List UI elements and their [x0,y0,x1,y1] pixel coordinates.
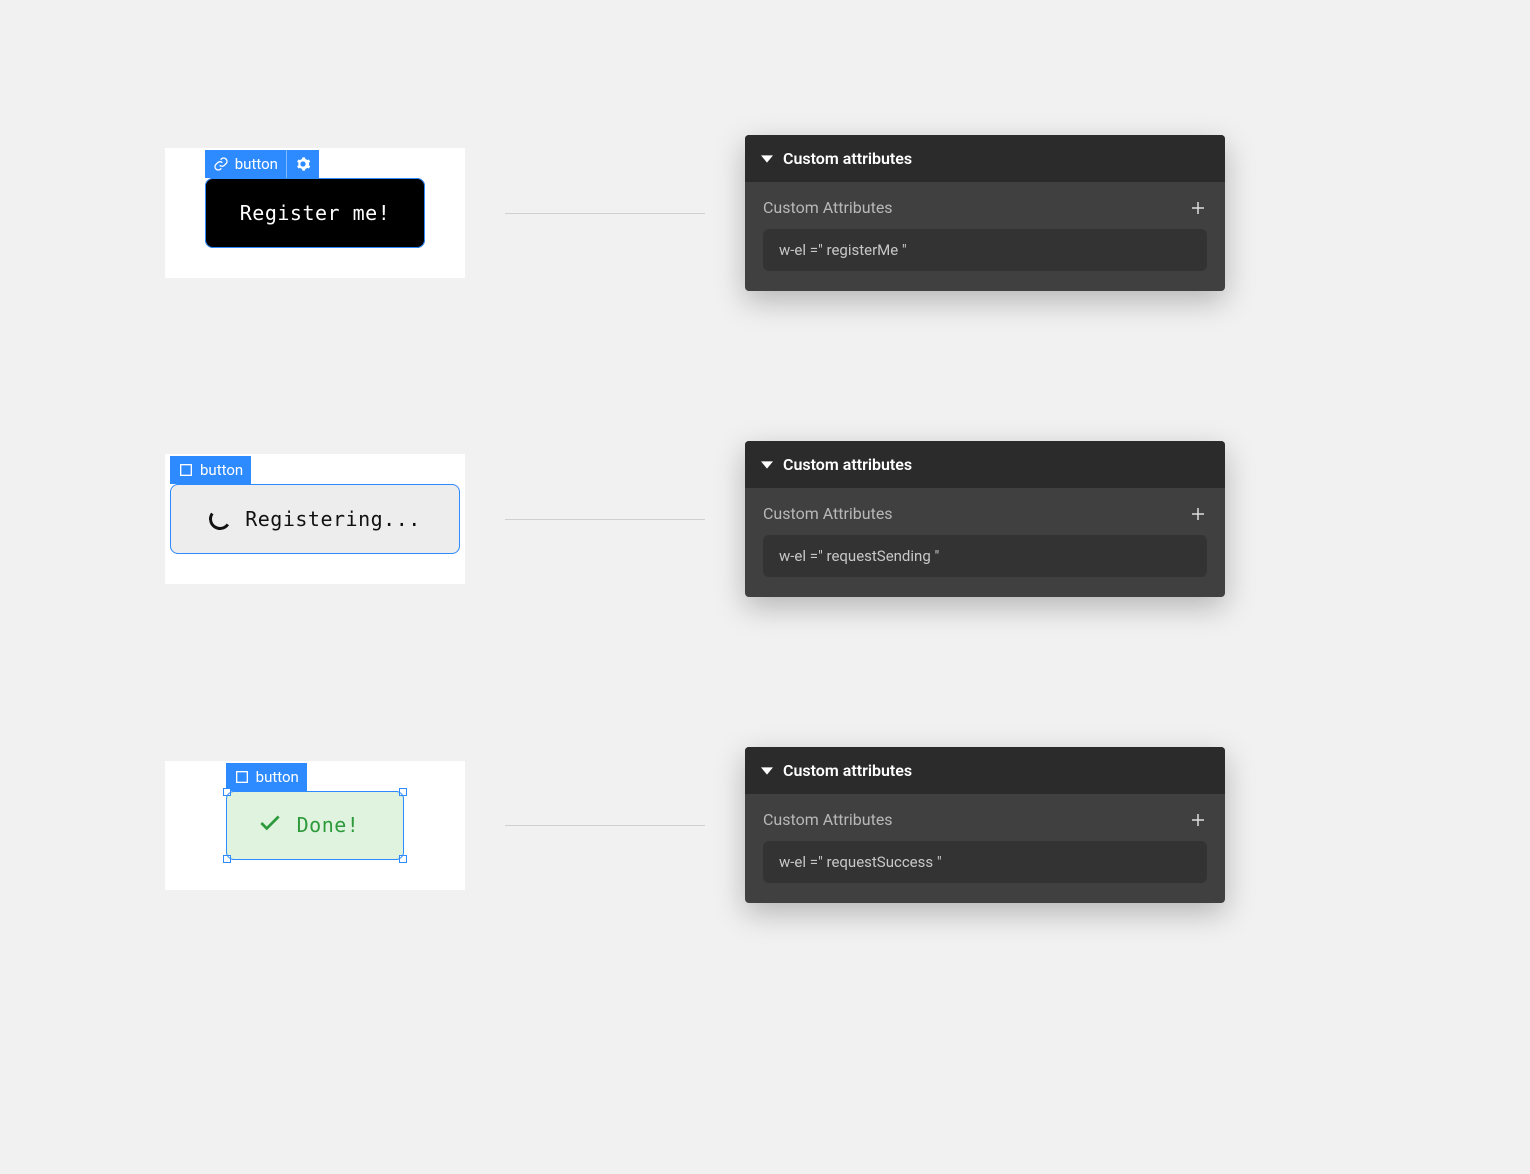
gear-icon [295,156,311,172]
sending-button[interactable]: Registering... [170,484,460,554]
panel-body: Custom Attributes w-el =" registerMe " [745,182,1225,291]
caret-down-icon [761,459,773,471]
button-label: Registering... [245,507,421,531]
element-tag[interactable]: button [170,456,251,484]
connector-line [505,213,705,214]
selection-handle[interactable] [399,788,407,796]
square-icon [234,769,250,785]
attribute-pill[interactable]: w-el =" registerMe " [763,229,1207,271]
element-tag-action[interactable] [286,150,319,178]
preview-card: button Done! [165,761,465,890]
example-row: buttonRegister me!Custom attributesCusto… [165,135,1365,291]
panel-body: Custom Attributes w-el =" requestSuccess … [745,794,1225,903]
spinner-icon [207,506,232,531]
panel-header-label: Custom attributes [783,455,912,474]
preview-card: button Registering... [165,454,465,584]
selection-handle[interactable] [399,855,407,863]
panel-body: Custom Attributes w-el =" requestSending … [745,488,1225,597]
element-tag[interactable]: button [205,150,319,178]
attribute-pill[interactable]: w-el =" requestSending " [763,535,1207,577]
example-row: buttonRegistering...Custom attributesCus… [165,441,1365,597]
button-label: Done! [297,813,360,837]
selection-handle[interactable] [223,855,231,863]
link-icon [213,156,229,172]
caret-down-icon [761,153,773,165]
custom-attributes-panel: Custom attributes Custom Attributes w-el =… [745,135,1225,291]
panel-subheader-label: Custom Attributes [763,810,893,829]
element-tag-main[interactable]: button [205,150,286,178]
panel-header[interactable]: Custom attributes [745,441,1225,488]
check-icon [257,810,283,841]
element-tag-main[interactable]: button [170,456,251,484]
panel-header-label: Custom attributes [783,761,912,780]
connector-line [505,519,705,520]
panel-header-label: Custom attributes [783,149,912,168]
element-tag-label: button [256,768,299,786]
panel-subheader-label: Custom Attributes [763,504,893,523]
panel-subheader: Custom Attributes [763,504,1207,523]
connector-line [505,825,705,826]
preview-inner: buttonDone! [226,791,405,860]
panel-header[interactable]: Custom attributes [745,135,1225,182]
preview-inner: buttonRegister me! [205,178,426,248]
panel-subheader-label: Custom Attributes [763,198,893,217]
button-label: Register me! [240,201,391,225]
panel-subheader: Custom Attributes [763,198,1207,217]
custom-attributes-panel: Custom attributes Custom Attributes w-el =… [745,441,1225,597]
done-button[interactable]: Done! [226,791,405,860]
caret-down-icon [761,765,773,777]
plus-icon[interactable] [1189,811,1207,829]
preview-inner: buttonRegistering... [170,484,460,554]
element-tag-label: button [235,155,278,173]
attribute-pill[interactable]: w-el =" requestSuccess " [763,841,1207,883]
preview-card: button Register me! [165,148,465,278]
example-row: button Done! Custom attributes Custom Attri… [165,747,1365,903]
custom-attributes-panel: Custom attributes Custom Attributes w-el =… [745,747,1225,903]
element-tag-label: button [200,461,243,479]
selection-handle[interactable] [223,788,231,796]
element-tag[interactable]: button [226,763,307,791]
panel-header[interactable]: Custom attributes [745,747,1225,794]
element-tag-main[interactable]: button [226,763,307,791]
register-button[interactable]: Register me! [205,178,426,248]
plus-icon[interactable] [1189,199,1207,217]
square-icon [178,462,194,478]
panel-subheader: Custom Attributes [763,810,1207,829]
plus-icon[interactable] [1189,505,1207,523]
